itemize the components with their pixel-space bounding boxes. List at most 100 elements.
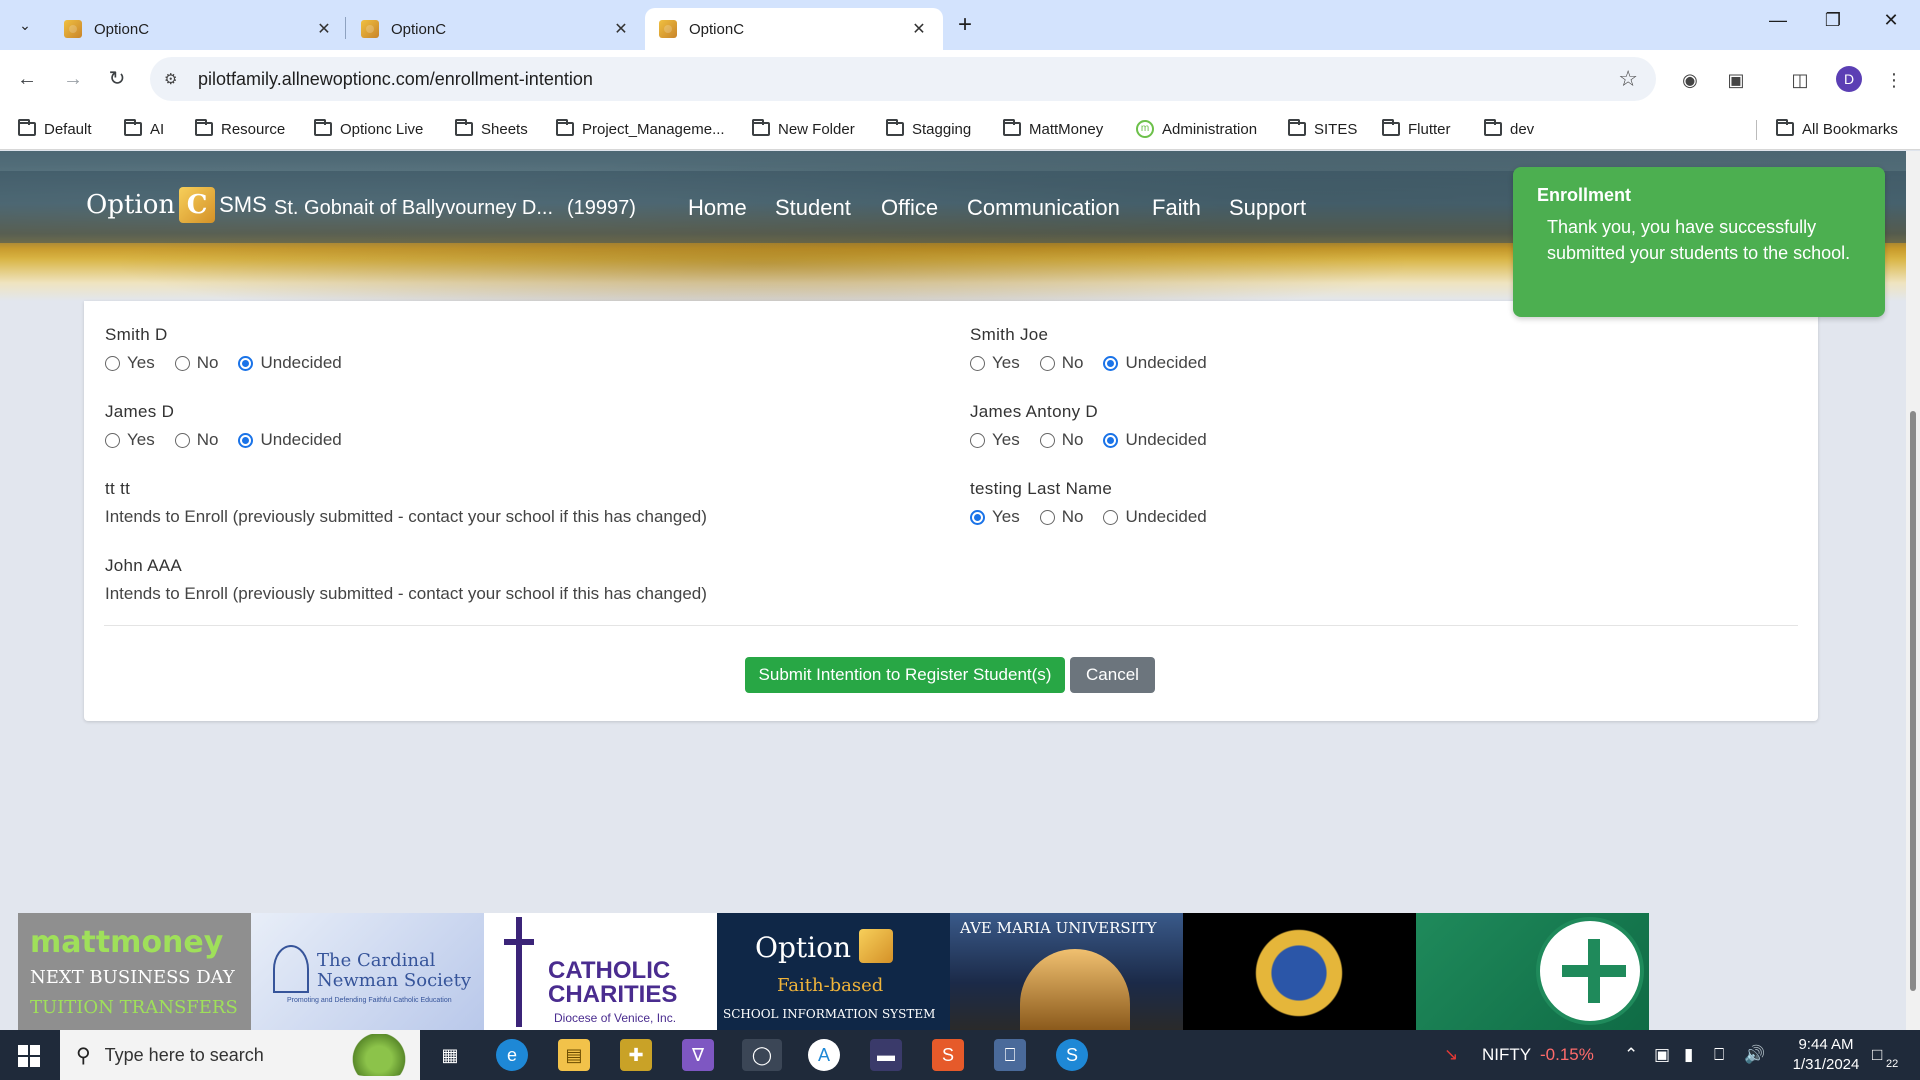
nav-faith[interactable]: Faith bbox=[1152, 195, 1201, 221]
remote-desktop-icon[interactable]: ⎕ bbox=[994, 1039, 1026, 1071]
menu-kebab-icon[interactable]: ⋮ bbox=[1880, 66, 1908, 94]
edge-icon[interactable]: e bbox=[496, 1039, 528, 1071]
tab-strip: ⌄ OptionC ✕ OptionC ✕ OptionC ✕ + — ❐ ✕ bbox=[0, 0, 1920, 50]
reload-icon[interactable]: ↻ bbox=[102, 64, 132, 94]
nav-home[interactable]: Home bbox=[688, 195, 747, 221]
bookmark-star-icon[interactable]: ☆ bbox=[1618, 66, 1638, 92]
windows-start-icon[interactable] bbox=[18, 1045, 40, 1067]
nav-support[interactable]: Support bbox=[1229, 195, 1306, 221]
sponsor-cardinal-newman[interactable]: The Cardinal Newman Society Promoting an… bbox=[251, 913, 484, 1030]
bookmark-administration[interactable]: m Administration bbox=[1136, 116, 1257, 142]
enrollment-note: Intends to Enroll (previously submitted … bbox=[105, 584, 707, 603]
sponsor-ave-maria[interactable]: AVE MARIA UNIVERSITY bbox=[950, 913, 1183, 1030]
extension-icon[interactable]: ◉ bbox=[1676, 66, 1704, 94]
skype-icon[interactable]: S bbox=[932, 1039, 964, 1071]
close-tab-icon[interactable]: ✕ bbox=[314, 19, 334, 39]
network-icon[interactable]: ⎕ bbox=[1714, 1045, 1724, 1065]
folder-icon bbox=[1382, 119, 1400, 136]
file-explorer-icon[interactable]: ▤ bbox=[558, 1039, 590, 1071]
task-view-icon[interactable]: ▦ bbox=[434, 1039, 466, 1071]
radio-undecided[interactable]: Undecided bbox=[1103, 507, 1207, 527]
submit-intention-button[interactable]: Submit Intention to Register Student(s) bbox=[745, 657, 1065, 693]
all-bookmarks[interactable]: All Bookmarks bbox=[1776, 116, 1898, 142]
bookmark-sheets[interactable]: Sheets bbox=[455, 116, 528, 142]
nav-student[interactable]: Student bbox=[775, 195, 851, 221]
bookmark-optionc-live[interactable]: Optionc Live bbox=[314, 116, 423, 142]
close-tab-icon[interactable]: ✕ bbox=[909, 19, 929, 39]
radio-no[interactable]: No bbox=[174, 353, 218, 373]
bookmark-resource[interactable]: Resource bbox=[195, 116, 285, 142]
volume-icon[interactable]: 🔊 bbox=[1744, 1045, 1765, 1065]
forward-icon[interactable]: → bbox=[58, 64, 88, 94]
site-info-icon[interactable]: ⚙ bbox=[164, 70, 188, 88]
sponsor-catholic-charities[interactable]: CATHOLIC CHARITIES Diocese of Venice, In… bbox=[484, 913, 717, 1030]
radio-undecided[interactable]: Undecided bbox=[1103, 353, 1207, 373]
radio-undecided[interactable]: Undecided bbox=[238, 353, 342, 373]
visual-studio-icon[interactable]: ∇ bbox=[682, 1039, 714, 1071]
student-name: James D bbox=[105, 402, 175, 421]
restore-icon[interactable]: ❐ bbox=[1818, 10, 1848, 31]
cancel-button[interactable]: Cancel bbox=[1070, 657, 1155, 693]
terminal-icon[interactable]: ▬ bbox=[870, 1039, 902, 1071]
taskbar-search[interactable]: ⚲ Type here to search bbox=[60, 1030, 420, 1080]
radio-undecided[interactable]: Undecided bbox=[1103, 430, 1207, 450]
meet-now-icon[interactable]: ▣ bbox=[1654, 1045, 1670, 1065]
profile-avatar[interactable]: D bbox=[1836, 66, 1862, 92]
ticker-name[interactable]: NIFTY bbox=[1482, 1045, 1531, 1065]
new-tab-icon[interactable]: + bbox=[952, 12, 978, 38]
stock-chart-icon[interactable]: ↘ bbox=[1444, 1045, 1458, 1065]
bookmark-sites[interactable]: SITES bbox=[1288, 116, 1357, 142]
scrollbar-thumb[interactable] bbox=[1910, 411, 1916, 991]
show-hidden-icons-icon[interactable]: ⌃ bbox=[1624, 1045, 1638, 1065]
side-panel-icon[interactable]: ◫ bbox=[1786, 66, 1814, 94]
page-scrollbar[interactable] bbox=[1906, 151, 1920, 1030]
radio-no[interactable]: No bbox=[1039, 430, 1083, 450]
enrollment-toast[interactable]: Enrollment Thank you, you have successfu… bbox=[1513, 167, 1885, 317]
app-store-icon[interactable]: A bbox=[808, 1039, 840, 1071]
toast-title: Enrollment bbox=[1537, 185, 1632, 205]
skype-icon[interactable]: S bbox=[1056, 1039, 1088, 1071]
app-icon[interactable]: ✚ bbox=[620, 1039, 652, 1071]
bookmark-mattmoney[interactable]: MattMoney bbox=[1003, 116, 1103, 142]
school-name[interactable]: St. Gobnait of Ballyvourney D... bbox=[274, 197, 553, 220]
address-bar[interactable]: ⚙ pilotfamily.allnewoptionc.com/enrollme… bbox=[150, 57, 1656, 101]
tab-search-icon[interactable]: ⌄ bbox=[12, 12, 38, 38]
bookmark-stagging[interactable]: Stagging bbox=[886, 116, 971, 142]
radio-yes[interactable]: Yes bbox=[105, 430, 155, 450]
url-text[interactable]: pilotfamily.allnewoptionc.com/enrollment… bbox=[198, 69, 593, 90]
browser-tab-3-active[interactable]: OptionC ✕ bbox=[645, 8, 943, 50]
battery-icon[interactable]: ▮ bbox=[1684, 1045, 1693, 1065]
radio-yes[interactable]: Yes bbox=[970, 430, 1020, 450]
bookmark-new-folder[interactable]: New Folder bbox=[752, 116, 855, 142]
close-tab-icon[interactable]: ✕ bbox=[611, 19, 631, 39]
browser-tab-1[interactable]: OptionC ✕ bbox=[50, 8, 348, 50]
nav-office[interactable]: Office bbox=[881, 195, 938, 221]
enrollment-form-card: Smith D Yes No Undecided Smith Joe Yes N… bbox=[84, 301, 1818, 721]
bookmark-flutter[interactable]: Flutter bbox=[1382, 116, 1451, 142]
browser-tab-2[interactable]: OptionC ✕ bbox=[347, 8, 645, 50]
extensions-puzzle-icon[interactable]: ▣ bbox=[1722, 66, 1750, 94]
minimize-icon[interactable]: — bbox=[1763, 10, 1793, 31]
chrome-icon[interactable]: ◯ bbox=[742, 1039, 782, 1071]
close-window-icon[interactable]: ✕ bbox=[1876, 10, 1906, 31]
system-clock[interactable]: 9:44 AM 1/31/2024 bbox=[1776, 1035, 1876, 1075]
radio-no[interactable]: No bbox=[1039, 507, 1083, 527]
optionc-logo[interactable]: Option C SMS bbox=[86, 187, 267, 223]
radio-yes[interactable]: Yes bbox=[970, 507, 1020, 527]
bookmark-ai[interactable]: AI bbox=[124, 116, 164, 142]
notifications-icon[interactable]: □ bbox=[1872, 1045, 1882, 1065]
back-icon[interactable]: ← bbox=[12, 64, 42, 94]
sponsor-usccb[interactable] bbox=[1416, 913, 1649, 1030]
bookmark-project-management[interactable]: Project_Manageme... bbox=[556, 116, 725, 142]
sponsor-knights-of-columbus[interactable] bbox=[1183, 913, 1416, 1030]
radio-yes[interactable]: Yes bbox=[105, 353, 155, 373]
radio-no[interactable]: No bbox=[1039, 353, 1083, 373]
radio-undecided[interactable]: Undecided bbox=[238, 430, 342, 450]
bookmark-dev[interactable]: dev bbox=[1484, 116, 1534, 142]
radio-yes[interactable]: Yes bbox=[970, 353, 1020, 373]
radio-no[interactable]: No bbox=[174, 430, 218, 450]
sponsor-optionc[interactable]: Option Faith-based SCHOOL INFORMATION SY… bbox=[717, 913, 950, 1030]
bookmark-default[interactable]: Default bbox=[18, 116, 92, 142]
nav-communication[interactable]: Communication bbox=[967, 195, 1120, 221]
sponsor-mattmoney[interactable]: mattmoney NEXT BUSINESS DAY TUITION TRAN… bbox=[18, 913, 251, 1030]
